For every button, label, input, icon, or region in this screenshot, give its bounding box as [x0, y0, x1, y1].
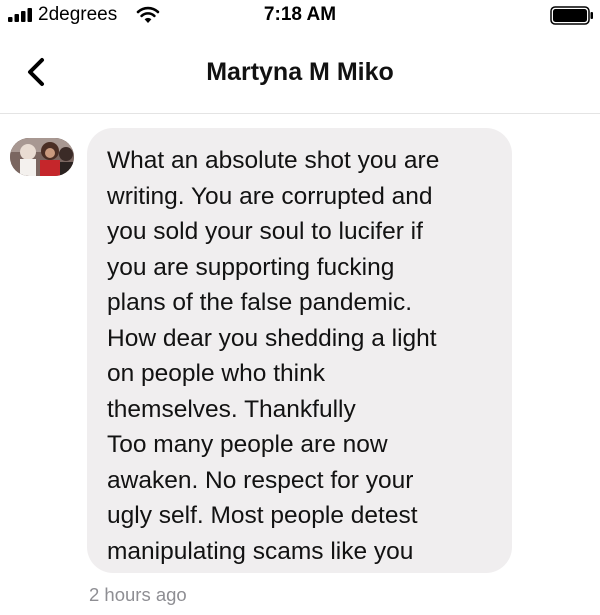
conversation-header: Martyna M Miko — [0, 30, 600, 114]
avatar[interactable] — [10, 138, 74, 176]
status-bar: 2degrees 7:18 AM — [0, 0, 600, 30]
chevron-left-icon — [28, 58, 44, 86]
battery-icon — [550, 6, 593, 25]
status-time: 7:18 AM — [263, 4, 337, 25]
message-bubble[interactable]: What an absolute shot you are writing. Y… — [87, 128, 512, 573]
conversation-title[interactable]: Martyna M Miko — [120, 57, 480, 87]
back-button[interactable] — [16, 54, 56, 90]
chat-screen: 2degrees 7:18 AM Martyna M Miko What an … — [0, 0, 600, 615]
message-text: What an absolute shot you are writing. Y… — [107, 147, 440, 565]
message-timestamp: 2 hours ago — [89, 584, 187, 605]
avatar-photo — [10, 138, 74, 176]
